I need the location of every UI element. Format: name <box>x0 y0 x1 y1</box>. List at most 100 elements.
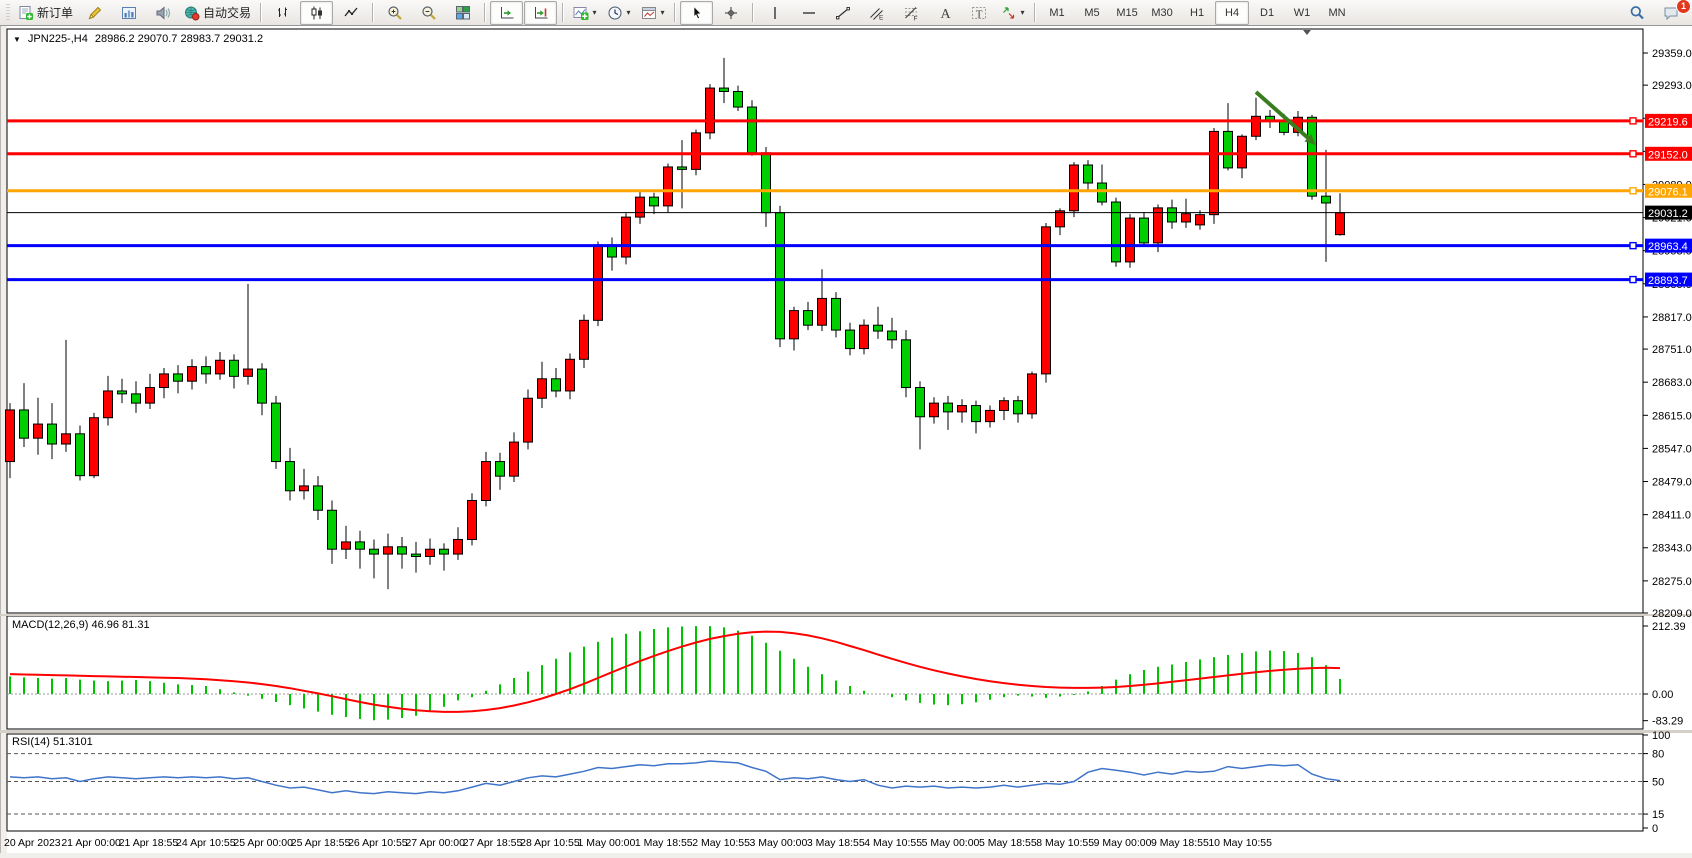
timeframe-button-h4[interactable]: H4 <box>1215 1 1249 25</box>
candle-body <box>300 486 309 491</box>
macd-panel[interactable] <box>7 616 1643 729</box>
candle-body <box>832 298 841 330</box>
equidistant-channel-button[interactable]: E <box>860 1 893 25</box>
timeframe-button-d1[interactable]: D1 <box>1250 1 1284 25</box>
line-chart-button[interactable] <box>334 1 367 25</box>
rsi-panel[interactable] <box>7 734 1643 831</box>
notification-badge: 1 <box>1676 0 1691 14</box>
candle-body <box>1182 214 1191 222</box>
panel-splitter[interactable] <box>0 730 1692 733</box>
level-line-handle[interactable] <box>1630 277 1636 283</box>
clock-icon <box>607 5 623 21</box>
timeframe-button-h1[interactable]: H1 <box>1180 1 1214 25</box>
date-axis-label: 10 May 10:55 <box>1208 837 1272 849</box>
rsi-axis-label: 15 <box>1652 809 1664 821</box>
timeframe-label: M15 <box>1116 7 1137 19</box>
search-button[interactable] <box>1620 1 1653 25</box>
candle-body <box>440 549 449 554</box>
arrows-button[interactable]: ▾ <box>996 1 1029 25</box>
candle-body <box>510 442 519 476</box>
text-button[interactable]: A <box>928 1 961 25</box>
candle-body <box>1028 374 1037 414</box>
candle-body <box>734 91 743 107</box>
svg-text:T: T <box>975 8 982 20</box>
timeframe-button-m1[interactable]: M1 <box>1040 1 1074 25</box>
bar-chart-button[interactable] <box>266 1 299 25</box>
level-line-handle[interactable] <box>1630 243 1636 249</box>
timeframe-button-w1[interactable]: W1 <box>1285 1 1319 25</box>
chevron-down-icon[interactable]: ▾ <box>661 8 665 17</box>
chart-shift-button[interactable] <box>524 1 557 25</box>
candle-body <box>874 325 883 331</box>
price-tag-label: 28963.4 <box>1648 241 1688 253</box>
auto-scroll-button[interactable] <box>490 1 523 25</box>
candlestick-chart-button[interactable] <box>300 1 333 25</box>
level-line-handle[interactable] <box>1630 118 1636 124</box>
notifications-button[interactable]: 1 <box>1654 1 1687 25</box>
auto-trading-button-label: 自动交易 <box>203 4 251 21</box>
templates-button[interactable]: ▾ <box>636 1 669 25</box>
price-axis-label: 29293.0 <box>1652 80 1692 92</box>
date-axis-label: 28 Apr 10:55 <box>520 837 580 849</box>
price-axis-label: 28683.0 <box>1652 377 1692 389</box>
auto-trading-button[interactable]: 自动交易 <box>180 1 255 25</box>
market-watch-button[interactable] <box>112 1 145 25</box>
macd-axis-label: -83.29 <box>1652 716 1683 728</box>
crayon-icon <box>87 5 103 21</box>
timeframe-button-m5[interactable]: M5 <box>1075 1 1109 25</box>
candle-body <box>930 403 939 417</box>
line-icon <box>343 5 359 21</box>
candle-body <box>916 388 925 417</box>
candle-body <box>650 197 659 206</box>
candle-body <box>1126 218 1135 262</box>
tile-windows-button[interactable] <box>446 1 479 25</box>
timeframe-label: MN <box>1328 7 1345 19</box>
date-axis-label: 27 Apr 18:55 <box>463 837 523 849</box>
rsi-axis-label: 50 <box>1652 777 1664 789</box>
toolbar-separator <box>1034 3 1035 22</box>
candle-body <box>20 410 29 438</box>
chevron-down-icon[interactable]: ▾ <box>1021 8 1025 17</box>
level-line-handle[interactable] <box>1630 188 1636 194</box>
fibonacci-button[interactable]: F <box>894 1 927 25</box>
text-label-button[interactable]: T <box>962 1 995 25</box>
zoom-in-button[interactable] <box>378 1 411 25</box>
date-axis-label: 3 May 00:00 <box>750 837 808 849</box>
candle-body <box>272 403 281 461</box>
cursor-button[interactable] <box>680 1 713 25</box>
chevron-down-icon[interactable]: ▾ <box>593 8 597 17</box>
candle-body <box>76 434 85 476</box>
timeframe-button-mn[interactable]: MN <box>1320 1 1354 25</box>
crosshair-button[interactable] <box>714 1 747 25</box>
timeframe-button-m30[interactable]: M30 <box>1145 1 1179 25</box>
candle-body <box>314 486 323 510</box>
styles-button[interactable] <box>78 1 111 25</box>
timeframe-label: M1 <box>1049 7 1064 19</box>
periods-button[interactable]: ▾ <box>602 1 635 25</box>
new-order-button[interactable]: 新订单 <box>14 1 77 25</box>
price-tag-label: 28893.7 <box>1648 275 1688 287</box>
horizontal-line-button[interactable] <box>792 1 825 25</box>
candle-body <box>1084 165 1093 183</box>
candle-body <box>1112 202 1121 262</box>
trendline-button[interactable] <box>826 1 859 25</box>
price-chart-svg[interactable]: 29359.029293.029225.029157.029089.029021… <box>0 0 1692 858</box>
crosshair-icon <box>723 5 739 21</box>
indicators-button[interactable]: ▾ <box>568 1 601 25</box>
candle-body <box>370 549 379 554</box>
candle-body <box>146 388 155 404</box>
candle-body <box>790 311 799 339</box>
zoom-out-button[interactable] <box>412 1 445 25</box>
timeframe-button-m15[interactable]: M15 <box>1110 1 1144 25</box>
timeframe-label: M5 <box>1084 7 1099 19</box>
date-axis-label: 5 May 00:00 <box>922 837 980 849</box>
candle-body <box>958 406 967 412</box>
candle-body <box>636 197 645 217</box>
news-button[interactable] <box>146 1 179 25</box>
level-line-handle[interactable] <box>1630 151 1636 157</box>
vertical-line-button[interactable] <box>758 1 791 25</box>
macd-axis-label: 212.39 <box>1652 621 1686 633</box>
panel-splitter[interactable] <box>0 614 1692 616</box>
date-axis-label: 1 May 00:00 <box>578 837 636 849</box>
chevron-down-icon[interactable]: ▾ <box>627 8 631 17</box>
